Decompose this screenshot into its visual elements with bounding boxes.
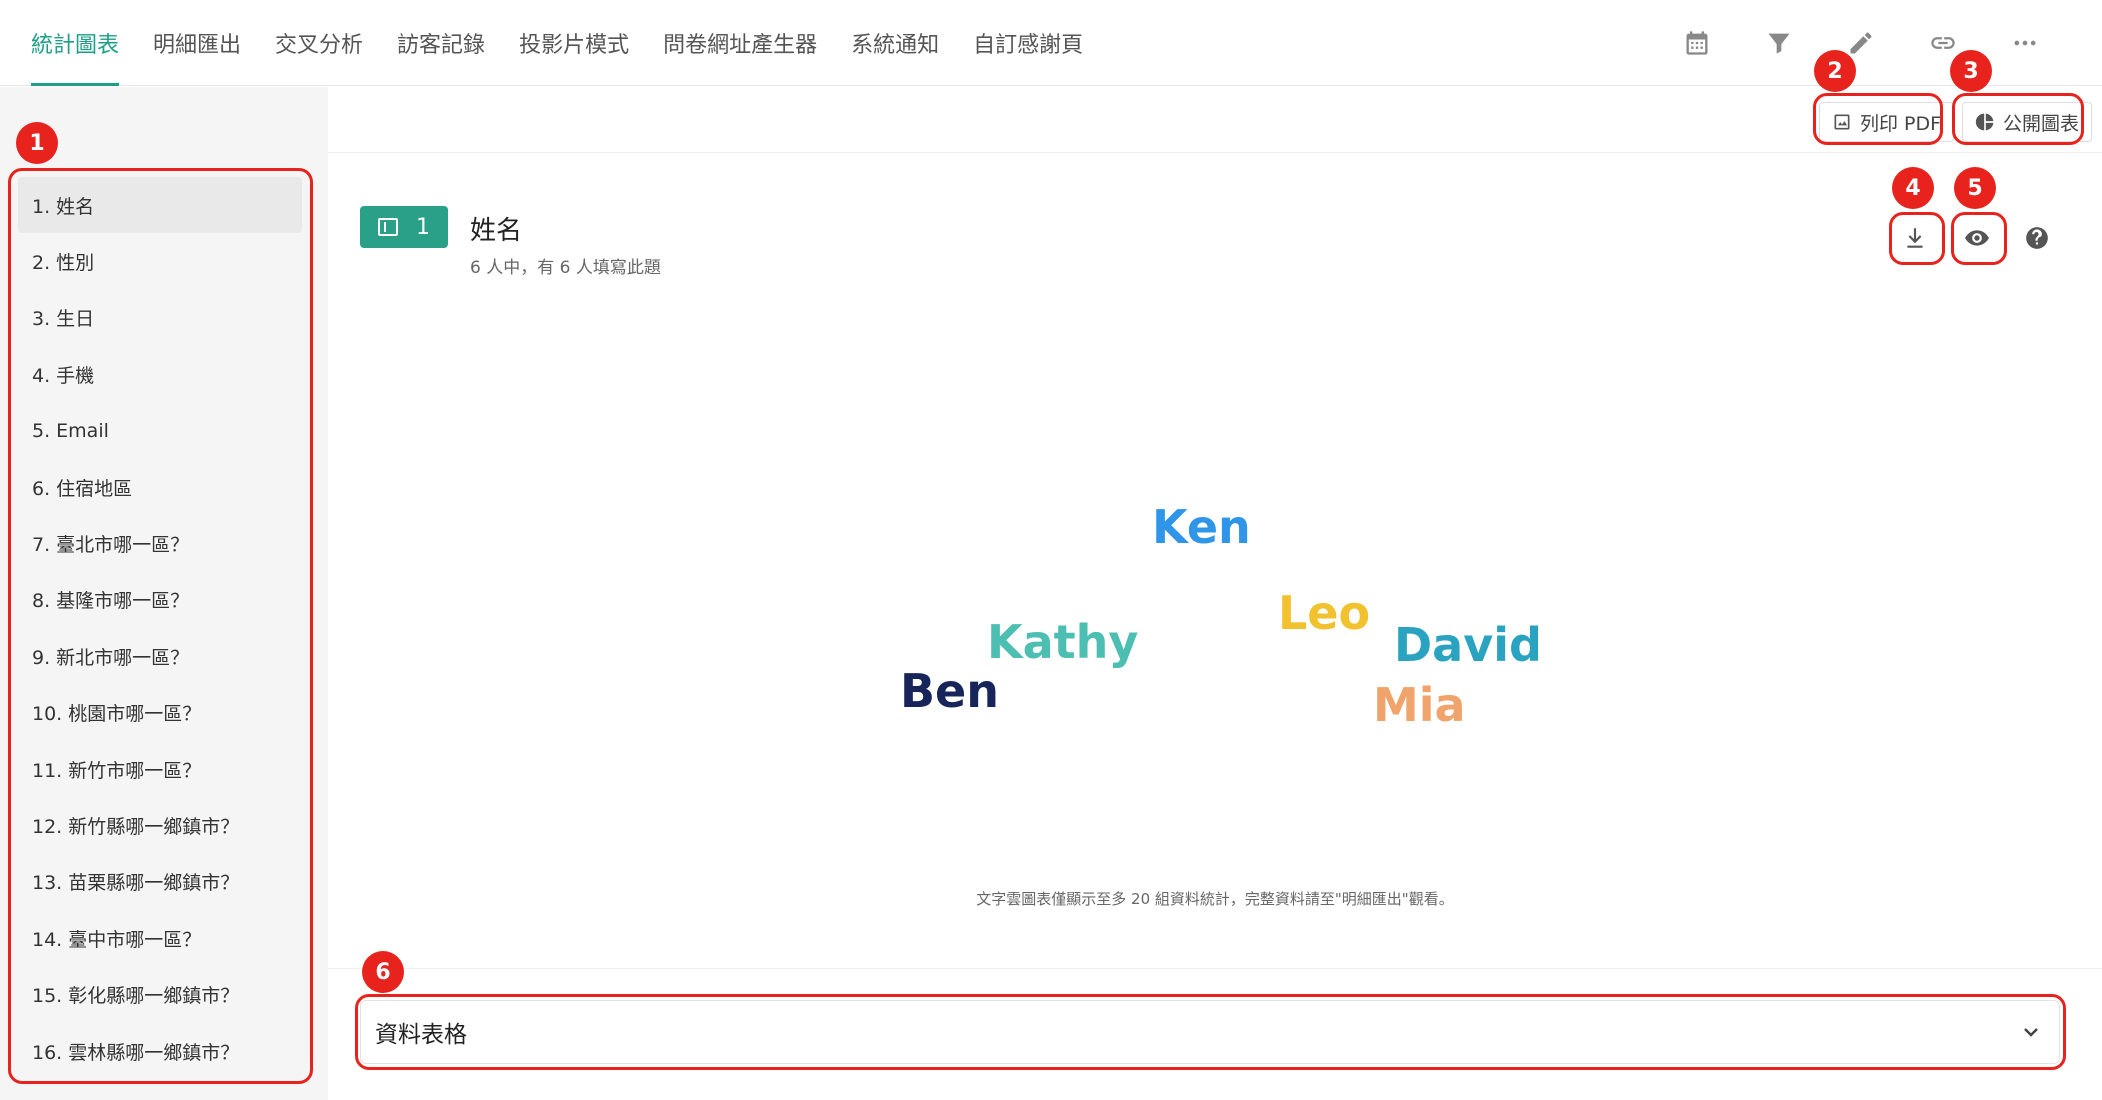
tab-cross-analysis[interactable]: 交叉分析: [275, 0, 363, 86]
help-button[interactable]: [2015, 216, 2059, 260]
public-chart-button[interactable]: 公開圖表: [1962, 102, 2093, 142]
sidebar-item[interactable]: 12. 新竹縣哪一鄉鎮市？: [18, 797, 302, 853]
sidebar-item[interactable]: 16. 雲林縣哪一鄉鎮市？: [18, 1023, 302, 1079]
sidebar-item[interactable]: 5. Email: [18, 403, 302, 459]
calendar-icon[interactable]: [1674, 20, 1720, 66]
public-chart-label: 公開圖表: [2003, 112, 2080, 135]
sidebar-item[interactable]: 7. 臺北市哪一區？: [18, 515, 302, 571]
annotation-marker-1: 1: [16, 122, 58, 164]
annotation-marker-6: 6: [362, 951, 404, 993]
sidebar-item[interactable]: 9. 新北市哪一區？: [18, 628, 302, 684]
sidebar-item[interactable]: 2. 性別: [18, 233, 302, 289]
tab-detail-export[interactable]: 明細匯出: [153, 0, 241, 86]
sidebar-item[interactable]: 4. 手機: [18, 346, 302, 402]
chart-actions-bar: 列印 PDF 公開圖表: [328, 87, 2102, 153]
question-sidebar: 1. 姓名 2. 性別 3. 生日 4. 手機 5. Email 6. 住宿地區 7. 臺北…: [0, 87, 328, 1100]
question-response-count: 6 人中，有 6 人填寫此題: [470, 258, 661, 278]
pie-chart-icon: [1975, 113, 1994, 131]
tab-notifications[interactable]: 系統通知: [851, 0, 939, 86]
filter-icon[interactable]: [1756, 20, 1802, 66]
word-cloud-word: Leo: [1278, 586, 1371, 640]
annotation-marker-4: 4: [1892, 167, 1934, 209]
print-pdf-button[interactable]: 列印 PDF: [1819, 102, 1955, 142]
section-divider: [328, 968, 2102, 969]
sidebar-item[interactable]: 1. 姓名: [18, 177, 302, 234]
question-number: 1: [416, 214, 430, 240]
tab-statistics[interactable]: 統計圖表: [31, 0, 120, 86]
data-table-toggle[interactable]: 資料表格: [360, 1000, 2060, 1064]
image-icon: [1834, 114, 1850, 130]
sidebar-item[interactable]: 8. 基隆市哪一區？: [18, 572, 302, 628]
sidebar-item[interactable]: 14. 臺中市哪一區？: [18, 910, 302, 966]
tab-list: 統計圖表 明細匯出 交叉分析 訪客記錄 投影片模式 問卷網址產生器 系統通知 自…: [31, 0, 1117, 86]
print-pdf-label: 列印 PDF: [1860, 112, 1942, 135]
sidebar-item[interactable]: 6. 住宿地區: [18, 459, 302, 515]
sidebar-item[interactable]: 13. 苗栗縣哪一鄉鎮市？: [18, 854, 302, 910]
sidebar-item[interactable]: 11. 新竹市哪一區？: [18, 741, 302, 797]
more-icon[interactable]: [2002, 20, 2048, 66]
data-table-label: 資料表格: [375, 1022, 467, 1048]
tab-visitor-log[interactable]: 訪客記錄: [397, 0, 485, 86]
annotation-marker-3: 3: [1950, 50, 1992, 92]
download-button[interactable]: [1893, 216, 1937, 260]
text-field-icon: [378, 218, 398, 236]
word-cloud-word: David: [1394, 618, 1542, 672]
top-tab-bar: 統計圖表 明細匯出 交叉分析 訪客記錄 投影片模式 問卷網址產生器 系統通知 自…: [0, 0, 2102, 86]
chevron-down-icon: [2024, 1028, 2038, 1037]
word-cloud-chart: Ken Leo Kathy David Ben Mia: [330, 300, 2102, 860]
tab-url-generator[interactable]: 問卷網址產生器: [663, 0, 817, 86]
word-cloud-word: Mia: [1373, 678, 1466, 732]
eye-icon: [1965, 230, 1989, 246]
word-cloud-word: Ken: [1152, 500, 1251, 554]
question-list: 1. 姓名 2. 性別 3. 生日 4. 手機 5. Email 6. 住宿地區 7. 臺北…: [18, 177, 302, 1079]
sidebar-item[interactable]: 3. 生日: [18, 290, 302, 346]
word-cloud-note: 文字雲圖表僅顯示至多 20 組資料統計，完整資料請至"明細匯出"觀看。: [976, 890, 1454, 908]
annotation-marker-2: 2: [1814, 50, 1856, 92]
question-title: 姓名: [470, 216, 523, 246]
tab-thank-you-page[interactable]: 自訂感謝頁: [973, 0, 1083, 86]
annotation-marker-5: 5: [1954, 167, 1996, 209]
visibility-button[interactable]: [1955, 216, 1999, 260]
download-icon: [1907, 228, 1923, 248]
tab-slideshow[interactable]: 投影片模式: [519, 0, 629, 86]
sidebar-item[interactable]: 15. 彰化縣哪一鄉鎮市？: [18, 966, 302, 1022]
help-icon: [2026, 227, 2048, 249]
sidebar-item[interactable]: 10. 桃園市哪一區？: [18, 685, 302, 741]
toolbar-icons: [1674, 20, 2048, 66]
question-number-badge: 1: [360, 206, 448, 248]
word-cloud-word: Kathy: [987, 615, 1139, 669]
word-cloud-word: Ben: [900, 664, 1000, 718]
